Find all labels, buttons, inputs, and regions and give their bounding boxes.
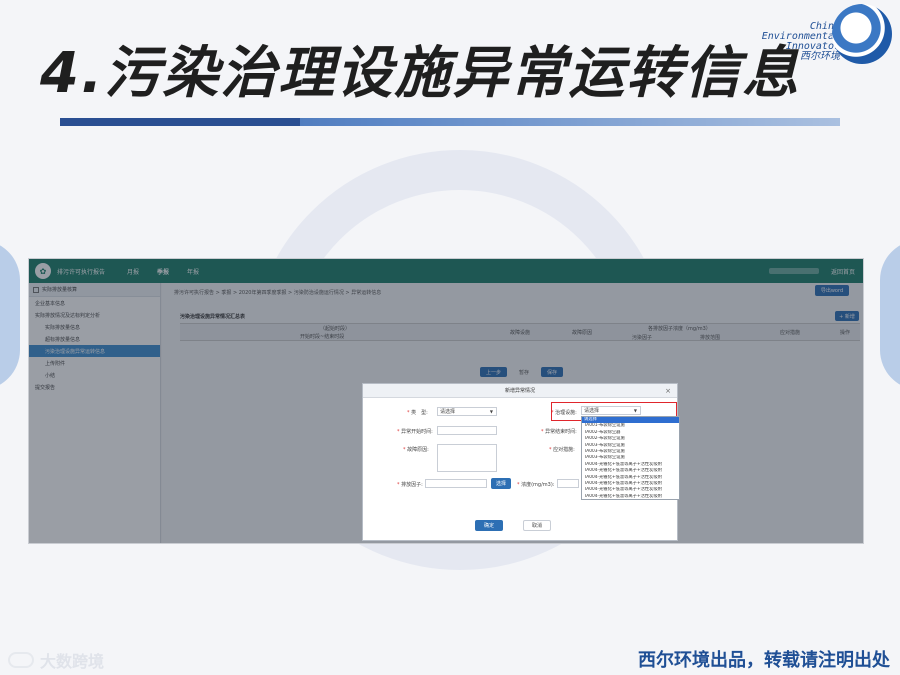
footer-watermark: 大数跨境 bbox=[8, 648, 104, 672]
start-time-input[interactable] bbox=[437, 426, 497, 435]
brand-logo-icon bbox=[832, 4, 892, 64]
watermark-text: 大数跨境 bbox=[40, 652, 105, 671]
pollutant-input[interactable] bbox=[425, 479, 487, 488]
add-abnormal-dialog: 新增异常情况 × * 类 型: 请选择 ▼ * 治理设施: 请选择 ▼ * 异常开始… bbox=[362, 383, 680, 541]
caret-down-icon: ▼ bbox=[489, 409, 493, 414]
footer-credit: 西尔环境出品，转载请注明出处 bbox=[638, 650, 890, 671]
dialog-title: 新增异常情况 bbox=[504, 388, 535, 394]
dialog-header: 新增异常情况 bbox=[363, 384, 677, 398]
confirm-button[interactable]: 确定 bbox=[475, 520, 503, 531]
type-select[interactable]: 请选择 ▼ bbox=[437, 407, 497, 416]
measures-label: * 应对措施: bbox=[549, 447, 575, 453]
cancel-button[interactable]: 取消 bbox=[523, 520, 551, 531]
close-icon[interactable]: × bbox=[665, 387, 671, 395]
pollutant-label: * 排放因子: bbox=[397, 482, 423, 488]
end-time-label: * 异常结束时间: bbox=[541, 429, 577, 435]
watermark-logo-icon bbox=[8, 652, 34, 668]
type-label: * 类 型: bbox=[407, 410, 428, 416]
dropdown-option[interactable]: TA004-光催化+低温等离子+活性炭吸附 bbox=[582, 494, 679, 500]
reason-label: * 故障原因: bbox=[403, 447, 429, 453]
start-time-label: * 异常开始时间: bbox=[397, 429, 433, 435]
concentration-input[interactable] bbox=[557, 479, 579, 488]
brand-text: China Environmental Innovator 西尔环境 bbox=[762, 22, 840, 62]
concentration-label: * 浓度(mg/m3): bbox=[517, 482, 555, 488]
reason-textarea[interactable] bbox=[437, 444, 497, 472]
slide-title: 4.污染治理设施异常运转信息 bbox=[40, 41, 801, 106]
choose-pollutant-button[interactable]: 选择 bbox=[491, 478, 511, 489]
brand-line-4: 西尔环境 bbox=[800, 51, 840, 62]
app-screenshot: ✿ 排污许可执行报告 月报 季报 年报 返回首页 实际排放量核算 企业基本信息 … bbox=[28, 258, 864, 544]
title-underline-accent bbox=[60, 118, 300, 126]
slide: 4.污染治理设施异常运转信息 China Environmental Innov… bbox=[0, 0, 900, 675]
right-decoration bbox=[880, 240, 900, 390]
facility-dropdown-list: 请选择 TA001-布袋除尘设施 TA002-布袋除尘器 TA002-布袋除尘设… bbox=[581, 416, 680, 500]
left-decoration bbox=[0, 240, 20, 390]
